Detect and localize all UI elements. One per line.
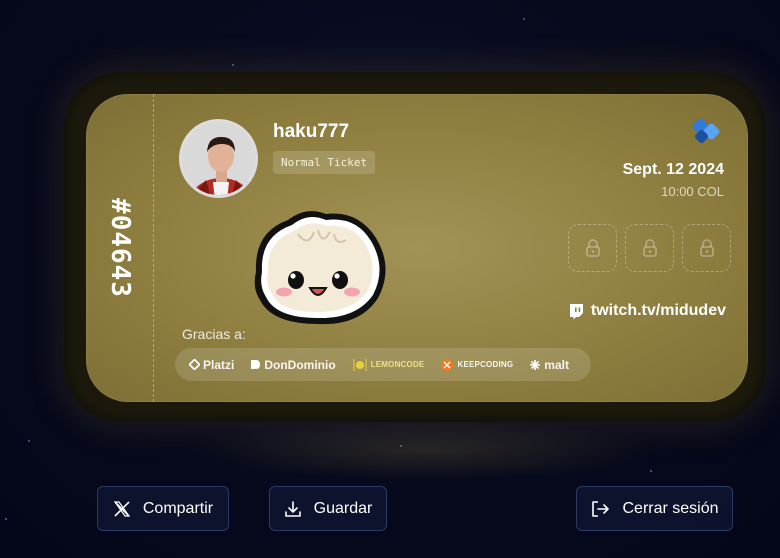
event-time: 10:00 COL [661, 184, 724, 199]
sticker-slot[interactable] [568, 224, 617, 272]
sticker-slot[interactable] [625, 224, 674, 272]
star [28, 440, 30, 442]
save-button[interactable]: Guardar [269, 486, 387, 531]
twitch-url: twitch.tv/midudev [590, 302, 726, 319]
platzi-logo-icon [189, 359, 200, 370]
sponsor-malt[interactable]: malt [529, 358, 569, 372]
logout-icon [592, 500, 610, 517]
sponsor-keepcoding[interactable]: KEEPCODING [440, 358, 513, 372]
lock-icon [642, 239, 657, 257]
lemoncode-logo-icon [353, 358, 367, 371]
avatar [179, 119, 258, 198]
sticker-slot[interactable] [682, 224, 731, 272]
star [523, 18, 525, 20]
sponsor-name: Platzi [203, 357, 235, 372]
logout-button-label: Cerrar sesión [622, 499, 719, 517]
logout-button[interactable]: Cerrar sesión [576, 486, 733, 531]
sponsor-dondominio[interactable]: DonDominio [250, 357, 336, 372]
keepcoding-logo-icon [441, 358, 454, 371]
event-date: Sept. 12 2024 [622, 161, 724, 178]
sponsor-platzi[interactable]: Platzi [189, 358, 234, 372]
sponsor-lemoncode[interactable]: LEMONCODE [352, 358, 425, 372]
username: haku777 [273, 121, 350, 142]
sponsors-label: Gracias a: [182, 326, 246, 342]
sponsor-name: malt [544, 357, 569, 372]
ticket-reflection [190, 420, 660, 480]
share-button[interactable]: Compartir [97, 486, 229, 531]
ticket-number: #04643 [104, 198, 135, 298]
sponsor-name: LEMONCODE [370, 360, 425, 369]
star [650, 470, 652, 472]
malt-logo-icon [530, 359, 541, 370]
dondominio-logo-icon [251, 360, 261, 369]
avatar-photo [182, 122, 255, 195]
star [5, 518, 7, 520]
ticket-type-badge: Normal Ticket [273, 151, 376, 174]
dumpling-mascot-icon [254, 211, 386, 325]
download-icon [284, 500, 301, 517]
lock-icon [585, 239, 600, 257]
ticket-perforation [153, 94, 154, 402]
lock-icon [699, 239, 714, 257]
x-logo-icon [113, 500, 131, 517]
star [232, 64, 234, 66]
twitch-icon [569, 303, 583, 319]
sponsors-bar: Platzi DonDominio LEMONCODE KEEPCODING m… [175, 348, 591, 381]
twitch-link[interactable]: twitch.tv/midudev [568, 302, 726, 320]
ticket-card: #04643 haku777 Normal Ticket Sept. 12 20… [86, 94, 748, 402]
conf-logo-icon [692, 118, 720, 144]
sponsor-name: DonDominio [264, 357, 336, 372]
ticket-number-stub: #04643 [86, 94, 153, 402]
share-button-label: Compartir [142, 499, 214, 517]
sticker-slots [568, 224, 731, 272]
sponsor-name: KEEPCODING [457, 360, 514, 369]
save-button-label: Guardar [313, 499, 373, 517]
